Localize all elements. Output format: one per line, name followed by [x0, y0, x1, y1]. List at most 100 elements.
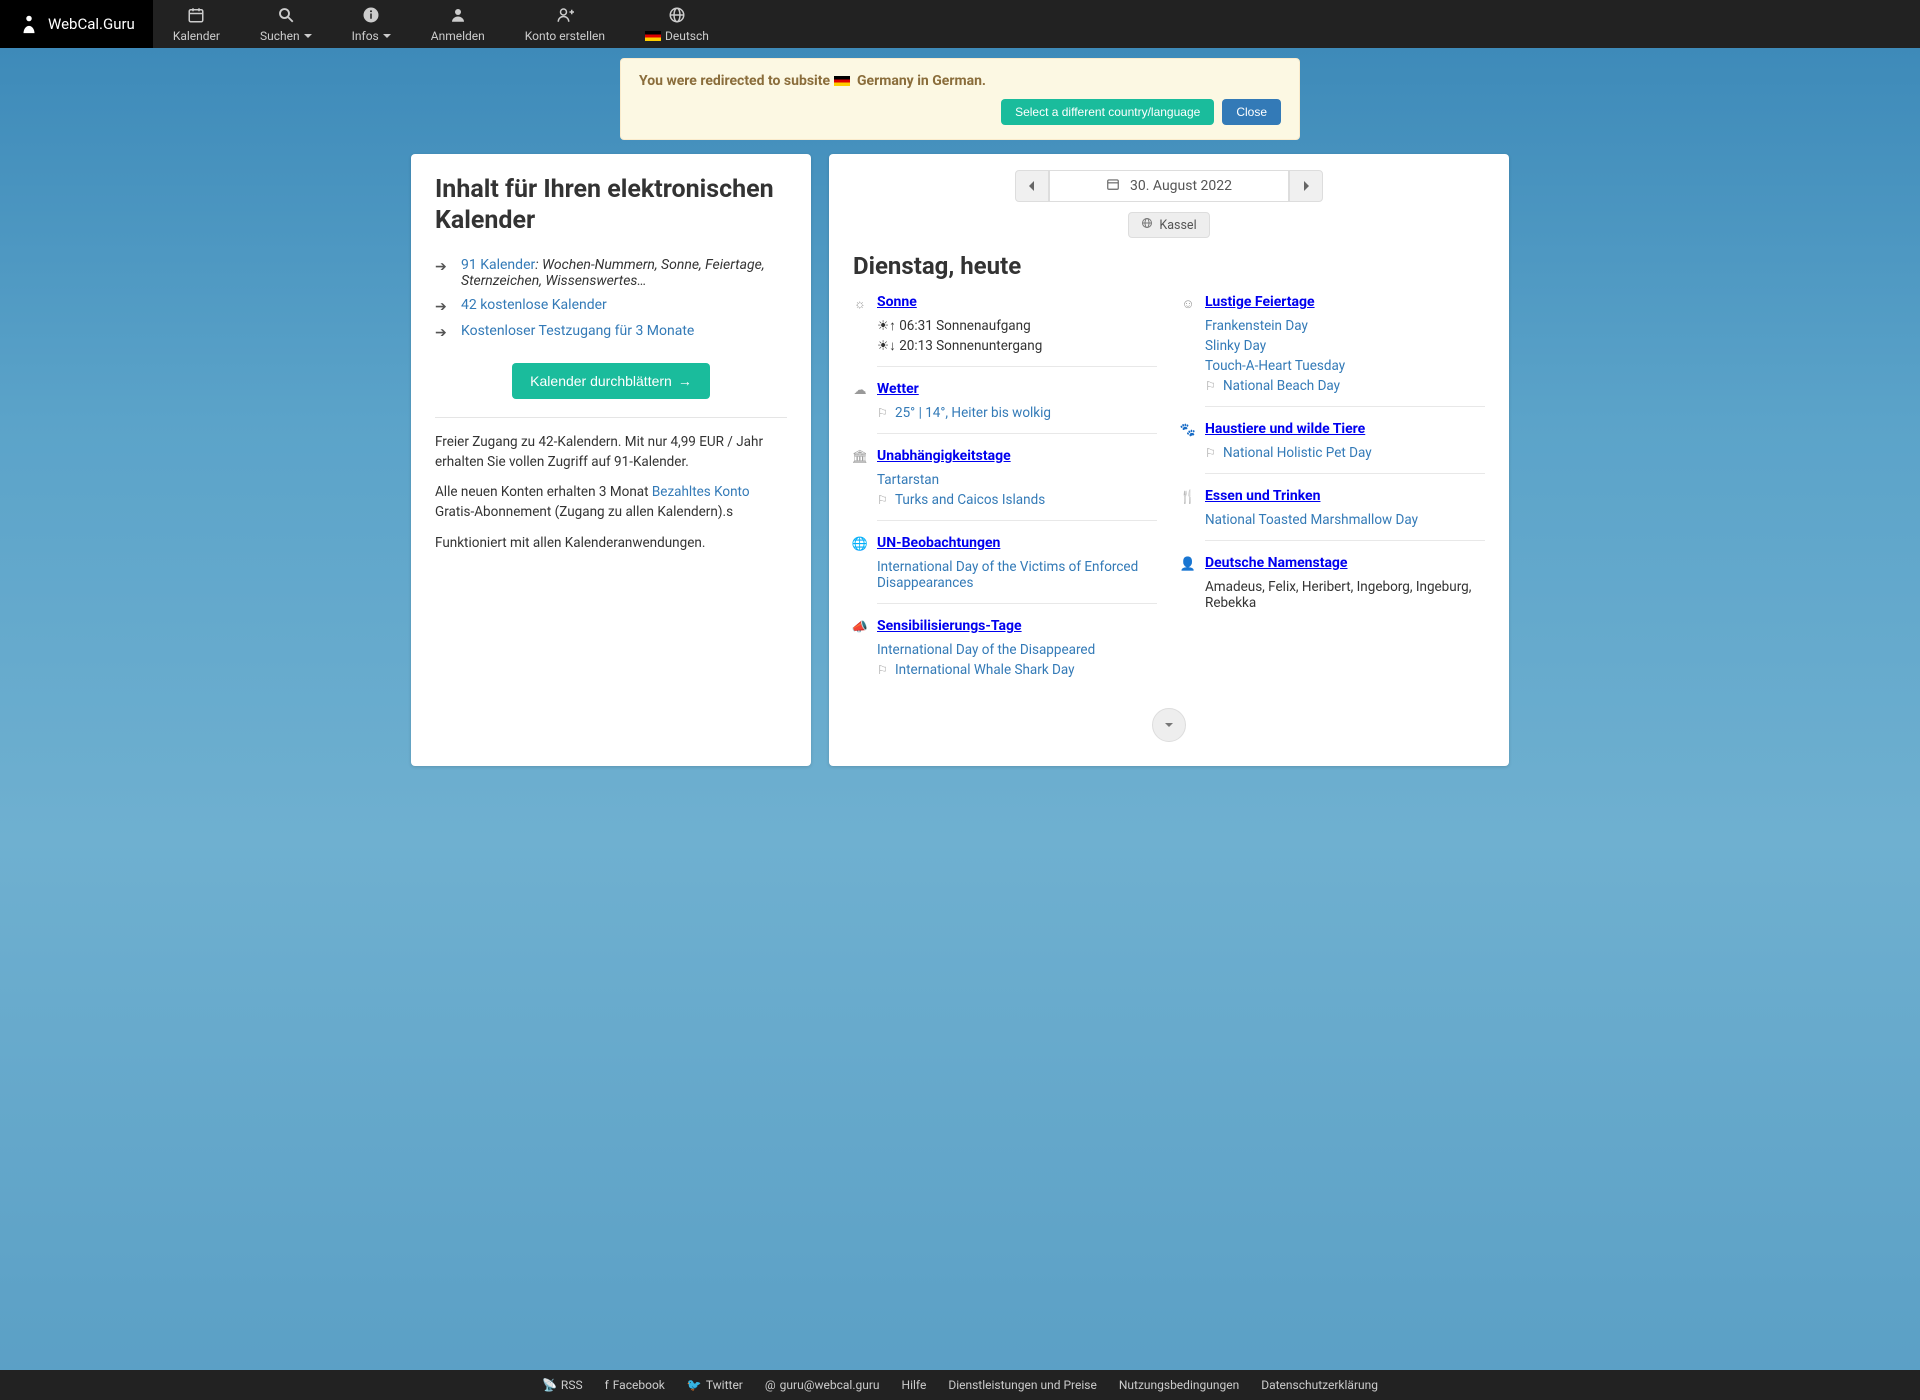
redirect-alert: You were redirected to subsite Germany i… [620, 58, 1300, 140]
nav-label: Infos [352, 29, 379, 43]
flag-icon: ⚐ [877, 663, 889, 677]
link-42-kostenlos[interactable]: 42 kostenlose Kalender [461, 297, 607, 313]
link-bezahltes-konto[interactable]: Bezahltes Konto [652, 484, 750, 500]
arrow-right-icon: ➔ [435, 299, 451, 315]
next-day-button[interactable] [1289, 170, 1323, 202]
sunrise-line: ☀↑ 06:31 Sonnenaufgang [877, 316, 1157, 336]
arrow-right-icon: → [678, 373, 692, 389]
prev-day-button[interactable] [1015, 170, 1049, 202]
footer-dienstleistungen[interactable]: Dienstleistungen und Preise [948, 1378, 1097, 1392]
footer-datenschutz[interactable]: Datenschutzerklärung [1261, 1378, 1378, 1392]
flag-icon: ⚐ [1205, 446, 1217, 460]
nav-kalender[interactable]: Kalender [153, 0, 240, 48]
event-link[interactable]: National Toasted Marshmallow Day [1205, 512, 1418, 528]
footer-twitter[interactable]: 🐦Twitter [687, 1378, 743, 1392]
namenstage-names: Amadeus, Felix, Heribert, Ingeborg, Inge… [1205, 577, 1485, 613]
divider [435, 417, 787, 418]
nav-deutsch[interactable]: Deutsch [625, 0, 729, 48]
navbar: WebCal.Guru Kalender Suchen Infos Anmeld… [0, 0, 1920, 48]
section-title[interactable]: Deutsche Namenstage [1205, 555, 1348, 571]
flag-icon: ⚐ [877, 406, 889, 420]
nav-label: Kalender [173, 29, 220, 43]
section-title[interactable]: Essen und Trinken [1205, 488, 1320, 504]
caret-icon [383, 34, 391, 38]
browse-calendars-button[interactable]: Kalender durchblättern → [512, 363, 710, 399]
select-country-button[interactable]: Select a different country/language [1001, 99, 1214, 125]
section-title[interactable]: Sonne [877, 294, 917, 310]
nav-label: Deutsch [665, 29, 709, 43]
footer-email[interactable]: @guru@webcal.guru [765, 1378, 880, 1392]
intro-p3: Funktioniert mit allen Kalenderanwendung… [435, 533, 787, 553]
nav-anmelden[interactable]: Anmelden [411, 0, 505, 48]
event-link[interactable]: National Holistic Pet Day [1223, 445, 1372, 461]
calendar-icon [187, 6, 205, 27]
today-col-left: ☼ Sonne ☀↑ 06:31 Sonnenaufgang ☀↓ 20:13 … [853, 294, 1157, 694]
today-card: 30. August 2022 Kassel Dienstag, heute ☼… [829, 154, 1509, 766]
nav-label: Konto erstellen [525, 29, 605, 43]
search-icon [277, 6, 295, 27]
event-link[interactable]: Turks and Caicos Islands [895, 492, 1045, 508]
section-sensibilisierung: 📣 Sensibilisierungs-Tage International D… [853, 618, 1157, 680]
section-title[interactable]: Sensibilisierungs-Tage [877, 618, 1022, 634]
footer-nutzung[interactable]: Nutzungsbedingungen [1119, 1378, 1239, 1392]
link-testzugang[interactable]: Kostenloser Testzugang für 3 Monate [461, 323, 694, 339]
alert-container: You were redirected to subsite Germany i… [0, 48, 1920, 140]
event-link[interactable]: International Day of the Disappeared [877, 642, 1095, 658]
list-item: ➔ 91 Kalender: Wochen-Nummern, Sonne, Fe… [435, 253, 787, 293]
sun-icon: ☼ [851, 296, 869, 312]
brand-icon [18, 13, 40, 35]
event-link[interactable]: International Whale Shark Day [895, 662, 1075, 678]
main-container: Inhalt für Ihren elektronischen Kalender… [0, 140, 1920, 806]
location-button[interactable]: Kassel [1128, 212, 1209, 238]
footer-hilfe[interactable]: Hilfe [902, 1378, 927, 1392]
flag-icon: ⚐ [1205, 379, 1217, 393]
globe-icon [668, 6, 686, 27]
alert-text: You were redirected to subsite Germany i… [639, 73, 1281, 89]
expand-button[interactable] [1152, 708, 1186, 742]
nav-suchen[interactable]: Suchen [240, 0, 332, 48]
event-link[interactable]: National Beach Day [1223, 378, 1340, 394]
footer-rss[interactable]: 📡RSS [542, 1378, 583, 1392]
nav-label: Anmelden [431, 29, 485, 43]
cutlery-icon: 🍴 [1179, 490, 1197, 505]
section-title[interactable]: Unabhängigkeitstage [877, 448, 1011, 464]
close-alert-button[interactable]: Close [1222, 99, 1281, 125]
section-unabhaengigkeit: 🏛 Unabhängigkeitstage Tartarstan ⚐ Turks … [853, 448, 1157, 521]
footer-facebook[interactable]: fFacebook [605, 1378, 665, 1392]
twitter-icon: 🐦 [687, 1378, 702, 1392]
flag-icon: ⚐ [877, 493, 889, 507]
event-link[interactable]: Slinky Day [1205, 338, 1266, 354]
bank-icon: 🏛 [851, 450, 869, 465]
caret-icon [304, 34, 312, 38]
sunset-line: ☀↓ 20:13 Sonnenuntergang [877, 336, 1157, 356]
section-title[interactable]: Wetter [877, 381, 919, 397]
flag-de-icon [645, 31, 661, 41]
nav-konto[interactable]: Konto erstellen [505, 0, 625, 48]
event-link[interactable]: Tartarstan [877, 472, 939, 488]
brand[interactable]: WebCal.Guru [0, 0, 153, 48]
event-link[interactable]: Frankenstein Day [1205, 318, 1308, 334]
list-item: ➔ 42 kostenlose Kalender [435, 293, 787, 319]
date-nav: 30. August 2022 [853, 170, 1485, 202]
rss-icon: 📡 [542, 1378, 557, 1392]
section-haustiere: 🐾 Haustiere und wilde Tiere ⚐National Ho… [1181, 421, 1485, 474]
section-title[interactable]: UN-Beobachtungen [877, 535, 1000, 551]
link-91-kalender[interactable]: 91 Kalender [461, 257, 535, 273]
weather-line[interactable]: 25° | 14°, Heiter bis wolkig [895, 405, 1051, 421]
date-display[interactable]: 30. August 2022 [1049, 170, 1289, 202]
section-title[interactable]: Lustige Feiertage [1205, 294, 1315, 310]
megaphone-icon: 📣 [851, 620, 869, 635]
flag-de-icon [834, 76, 850, 86]
nav-label: Suchen [260, 29, 300, 43]
smile-icon: ☺ [1179, 296, 1197, 312]
section-lustige: ☺ Lustige Feiertage Frankenstein Day Sli… [1181, 294, 1485, 407]
globe-icon [1141, 217, 1153, 233]
location-label: Kassel [1159, 218, 1196, 233]
event-link[interactable]: International Day of the Victims of Enfo… [877, 559, 1157, 591]
date-label: 30. August 2022 [1130, 178, 1232, 194]
event-link[interactable]: Touch-A-Heart Tuesday [1205, 358, 1345, 374]
section-sonne: ☼ Sonne ☀↑ 06:31 Sonnenaufgang ☀↓ 20:13 … [853, 294, 1157, 367]
intro-p2: Alle neuen Konten erhalten 3 Monat Bezah… [435, 482, 787, 523]
nav-infos[interactable]: Infos [332, 0, 411, 48]
section-title[interactable]: Haustiere und wilde Tiere [1205, 421, 1365, 437]
